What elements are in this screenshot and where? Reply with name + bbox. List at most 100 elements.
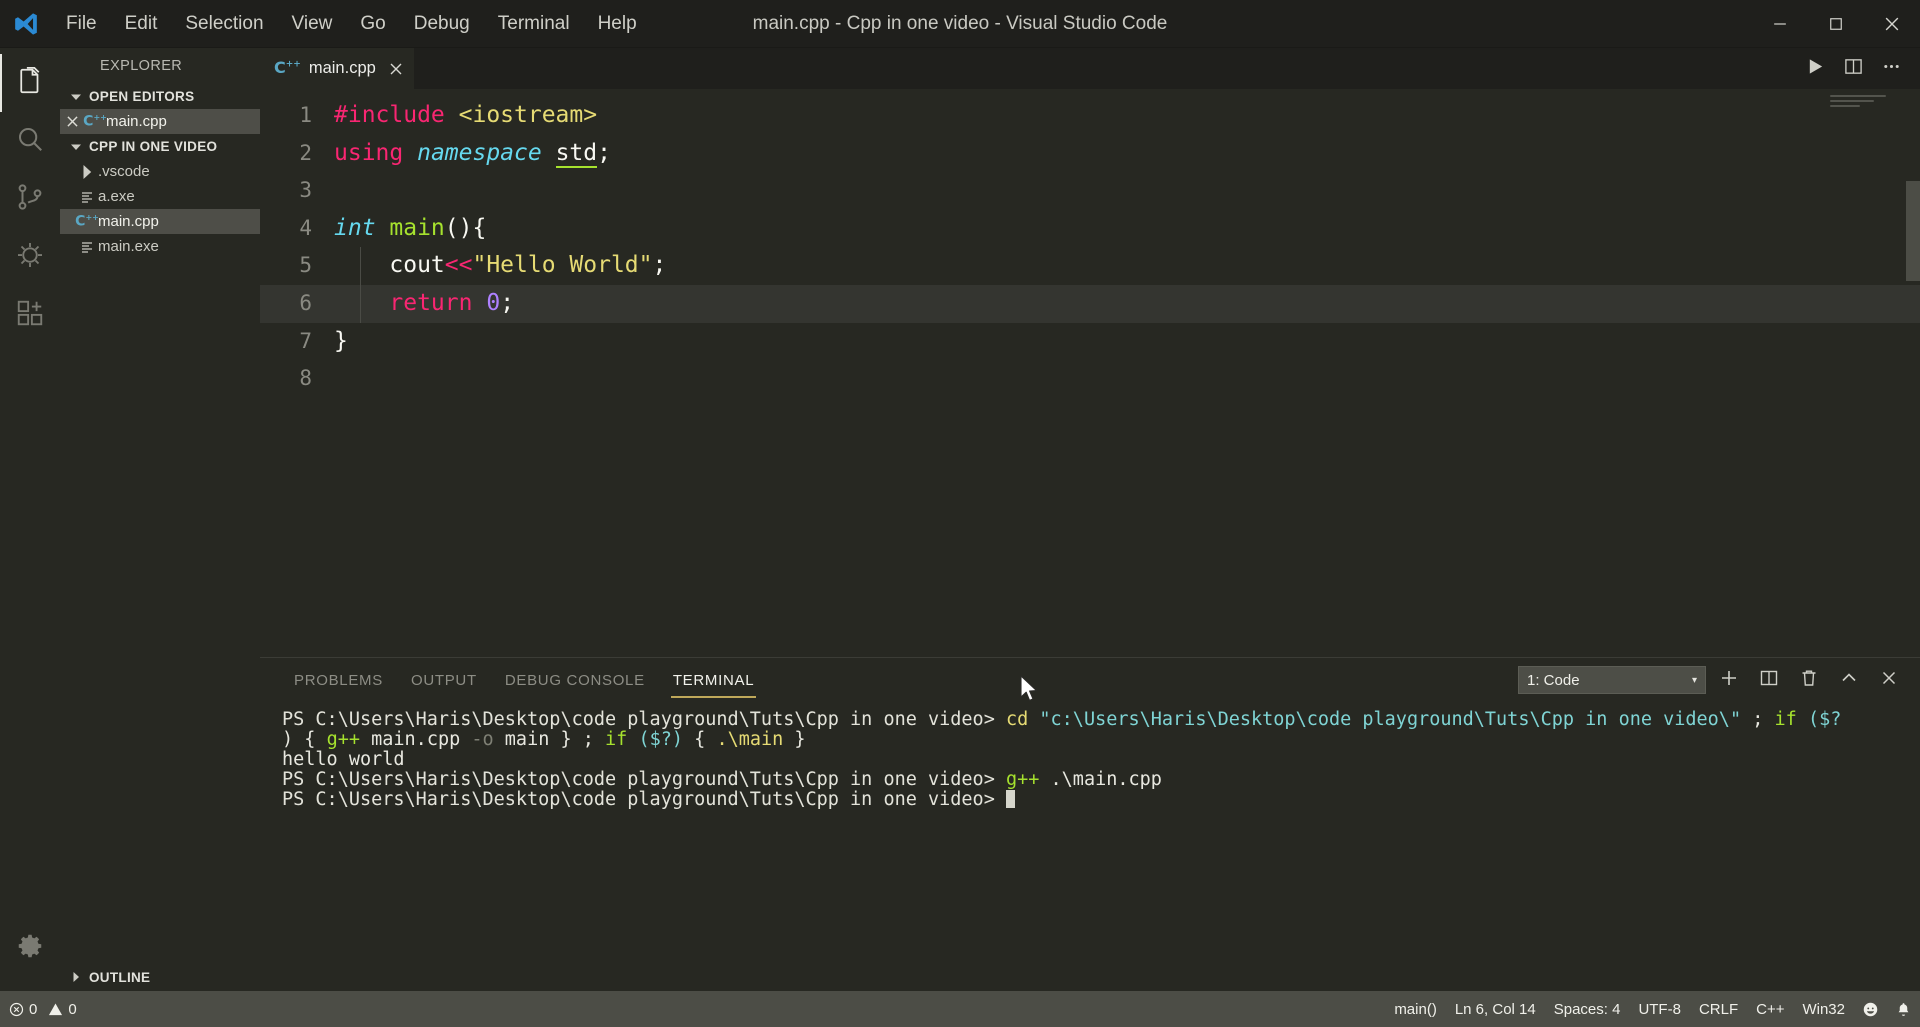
activity-bar-item-explorer[interactable] bbox=[0, 54, 60, 112]
code-editor[interactable]: 1 #include <iostream> 2 using namespace … bbox=[260, 89, 1920, 657]
file-tree-item-main-exe[interactable]: main.exe bbox=[60, 234, 260, 259]
binary-file-icon bbox=[76, 190, 98, 204]
panel-tab-terminal[interactable]: TERMINAL bbox=[659, 658, 768, 702]
code-line: 4 int main(){ bbox=[260, 210, 1920, 248]
split-editor-button[interactable] bbox=[1836, 52, 1870, 86]
editor-tabs: C++ main.cpp bbox=[260, 48, 1920, 89]
panel-header: PROBLEMS OUTPUT DEBUG CONSOLE TERMINAL 1… bbox=[260, 658, 1920, 702]
new-terminal-button[interactable] bbox=[1712, 663, 1746, 697]
kill-terminal-button[interactable] bbox=[1792, 663, 1826, 697]
panel-tab-problems[interactable]: PROBLEMS bbox=[280, 658, 397, 702]
minimize-button[interactable] bbox=[1752, 0, 1808, 47]
code-line: 2 using namespace std; bbox=[260, 135, 1920, 173]
panel-tab-debug-console[interactable]: DEBUG CONSOLE bbox=[491, 658, 659, 702]
line-number: 1 bbox=[299, 103, 312, 127]
code-line-current: 6 return 0; bbox=[260, 284, 1920, 323]
code-text: int main(){ bbox=[334, 214, 487, 241]
code-text: using namespace std; bbox=[334, 139, 611, 168]
status-indentation[interactable]: Spaces: 4 bbox=[1545, 1001, 1630, 1018]
workbench-body: EXPLORER OPEN EDITORS C++ main.cpp CPP I… bbox=[0, 48, 1920, 991]
ellipsis-icon bbox=[1882, 57, 1901, 81]
gear-icon bbox=[15, 931, 45, 966]
panel-actions: 1: Code ▾ bbox=[1518, 663, 1920, 697]
open-editor-item-main-cpp[interactable]: C++ main.cpp bbox=[60, 109, 260, 134]
status-language-mode[interactable]: C++ bbox=[1747, 1001, 1793, 1018]
file-tree-item-vscode[interactable]: .vscode bbox=[60, 159, 260, 184]
line-number: 4 bbox=[299, 215, 312, 240]
status-function-scope[interactable]: main() bbox=[1385, 1001, 1446, 1018]
more-actions-button[interactable] bbox=[1874, 52, 1908, 86]
status-platform[interactable]: Win32 bbox=[1793, 1001, 1854, 1018]
menu-view[interactable]: View bbox=[278, 0, 347, 47]
status-bar: 0 0 main() Ln 6, Col 14 Spaces: 4 UTF-8 … bbox=[0, 991, 1920, 1027]
menu-help[interactable]: Help bbox=[584, 0, 651, 47]
code-line: 5 cout<<"Hello World"; bbox=[260, 247, 1920, 285]
run-code-button[interactable] bbox=[1798, 52, 1832, 86]
chevron-right-icon bbox=[76, 164, 98, 179]
sidebar-title: EXPLORER bbox=[100, 58, 183, 74]
vscode-window: File Edit Selection View Go Debug Termin… bbox=[0, 0, 1920, 1027]
menu-file[interactable]: File bbox=[52, 0, 111, 47]
vscode-logo-icon bbox=[0, 11, 52, 37]
status-feedback-button[interactable] bbox=[1854, 1002, 1887, 1017]
chevron-right-icon bbox=[68, 972, 84, 982]
status-cursor-position[interactable]: Ln 6, Col 14 bbox=[1446, 1001, 1545, 1018]
file-tree-item-label: .vscode bbox=[98, 163, 150, 180]
activity-bar-item-run-and-debug[interactable] bbox=[0, 228, 60, 286]
menu-debug[interactable]: Debug bbox=[400, 0, 484, 47]
split-icon bbox=[1760, 669, 1778, 692]
files-icon bbox=[15, 66, 45, 101]
menu-terminal[interactable]: Terminal bbox=[484, 0, 584, 47]
status-notifications-button[interactable] bbox=[1887, 1002, 1920, 1017]
line-number: 3 bbox=[299, 178, 312, 203]
activity-bar-item-source-control[interactable] bbox=[0, 170, 60, 228]
play-icon bbox=[1806, 57, 1825, 81]
terminal-line-active: PS C:\Users\Haris\Desktop\code playgroun… bbox=[282, 790, 1920, 810]
warning-count: 0 bbox=[68, 1000, 77, 1018]
close-icon[interactable] bbox=[390, 63, 402, 75]
status-bar-right: main() Ln 6, Col 14 Spaces: 4 UTF-8 CRLF… bbox=[1385, 1001, 1920, 1018]
error-count: 0 bbox=[29, 1000, 38, 1018]
tab-label: main.cpp bbox=[308, 59, 376, 77]
section-folder-label: CPP IN ONE VIDEO bbox=[89, 139, 218, 154]
panel-tab-output[interactable]: OUTPUT bbox=[397, 658, 491, 702]
section-open-editors[interactable]: OPEN EDITORS bbox=[60, 84, 260, 109]
section-folder-cpp-in-one-video[interactable]: CPP IN ONE VIDEO bbox=[60, 134, 260, 159]
section-outline[interactable]: OUTLINE bbox=[60, 963, 260, 991]
close-button[interactable] bbox=[1864, 0, 1920, 47]
file-tree-item-label: main.cpp bbox=[98, 213, 159, 230]
file-tree-item-a-exe[interactable]: a.exe bbox=[60, 184, 260, 209]
line-number: 7 bbox=[299, 328, 312, 353]
search-icon bbox=[15, 124, 45, 159]
cpp-file-icon: C++ bbox=[75, 213, 99, 230]
close-icon[interactable] bbox=[60, 116, 84, 127]
indent-guide bbox=[360, 247, 361, 285]
line-number: 2 bbox=[299, 140, 312, 165]
status-encoding[interactable]: UTF-8 bbox=[1629, 1001, 1690, 1018]
menu-go[interactable]: Go bbox=[346, 0, 399, 47]
code-text: return 0; bbox=[334, 289, 515, 316]
line-number: 8 bbox=[299, 366, 312, 391]
close-panel-button[interactable] bbox=[1872, 663, 1906, 697]
chevron-down-icon bbox=[68, 142, 84, 152]
maximize-button[interactable] bbox=[1808, 0, 1864, 47]
file-tree-item-main-cpp[interactable]: C++ main.cpp bbox=[60, 209, 260, 234]
chevron-down-icon: ▾ bbox=[1691, 674, 1697, 686]
terminal-selector-dropdown[interactable]: 1: Code ▾ bbox=[1518, 666, 1706, 694]
maximize-panel-button[interactable] bbox=[1832, 663, 1866, 697]
activity-bar-item-search[interactable] bbox=[0, 112, 60, 170]
code-text: #include <iostream> bbox=[334, 102, 598, 128]
cpp-file-icon: C++ bbox=[274, 58, 301, 77]
status-eol[interactable]: CRLF bbox=[1690, 1001, 1747, 1018]
tab-main-cpp[interactable]: C++ main.cpp bbox=[260, 48, 414, 89]
menu-selection[interactable]: Selection bbox=[171, 0, 277, 47]
file-tree-item-label: main.exe bbox=[98, 238, 159, 255]
menu-edit[interactable]: Edit bbox=[111, 0, 172, 47]
error-icon bbox=[9, 1002, 24, 1017]
activity-bar-item-manage[interactable] bbox=[0, 919, 60, 977]
terminal-output[interactable]: PS C:\Users\Haris\Desktop\code playgroun… bbox=[260, 702, 1920, 991]
title-bar: File Edit Selection View Go Debug Termin… bbox=[0, 0, 1920, 48]
status-errors-warnings[interactable]: 0 0 bbox=[0, 991, 86, 1027]
activity-bar-item-extensions[interactable] bbox=[0, 286, 60, 344]
split-terminal-button[interactable] bbox=[1752, 663, 1786, 697]
